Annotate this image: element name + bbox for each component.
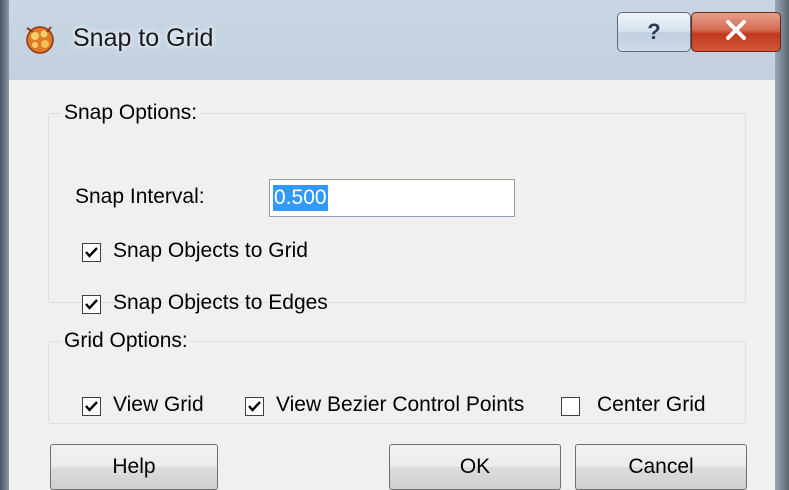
view-grid-label[interactable]: View Grid [113,393,204,417]
titlebar-help-button[interactable]: ? [617,12,691,52]
snap-objects-to-edges-checkbox[interactable] [82,295,101,314]
background-strip-right [775,0,789,490]
question-mark-icon: ? [647,19,661,44]
grid-options-legend: Grid Options: [64,329,188,352]
grid-options-group: Grid Options: View Grid View Bezier Cont… [48,329,746,424]
checkmark-icon [85,401,98,412]
snap-interval-value: 0.500 [273,185,328,211]
view-bezier-control-points-label[interactable]: View Bezier Control Points [276,393,524,417]
view-bezier-control-points-checkbox[interactable] [245,397,264,416]
checkmark-icon [248,401,261,412]
checkmark-icon [85,299,98,310]
dialog-window: Snap to Grid ? Snap Options: Snap Interv… [0,0,789,490]
snap-interval-label: Snap Interval: [75,185,205,208]
snap-interval-input[interactable]: 0.500 [269,179,515,217]
snap-objects-to-grid-label[interactable]: Snap Objects to Grid [113,239,308,263]
help-button[interactable]: Help [50,444,218,490]
title-bar[interactable]: Snap to Grid ? [9,0,781,80]
titlebar-close-button[interactable] [691,12,781,52]
close-x-icon [725,19,747,45]
center-grid-checkbox[interactable] [561,397,580,416]
window-title: Snap to Grid [73,24,214,52]
dialog-client-area: Snap Options: Snap Interval: 0.500 Snap … [9,80,775,490]
ok-button[interactable]: OK [389,444,561,490]
snap-options-legend: Snap Options: [64,101,198,124]
center-grid-label[interactable]: Center Grid [597,393,706,417]
view-grid-checkbox[interactable] [82,397,101,416]
cancel-button[interactable]: Cancel [575,444,747,490]
snap-objects-to-grid-checkbox[interactable] [82,243,101,262]
snap-objects-to-edges-label[interactable]: Snap Objects to Edges [113,291,328,315]
background-strip-left [0,0,9,490]
checkmark-icon [85,247,98,258]
snap-options-group: Snap Options: Snap Interval: 0.500 Snap … [48,101,746,314]
app-icon [23,22,57,56]
